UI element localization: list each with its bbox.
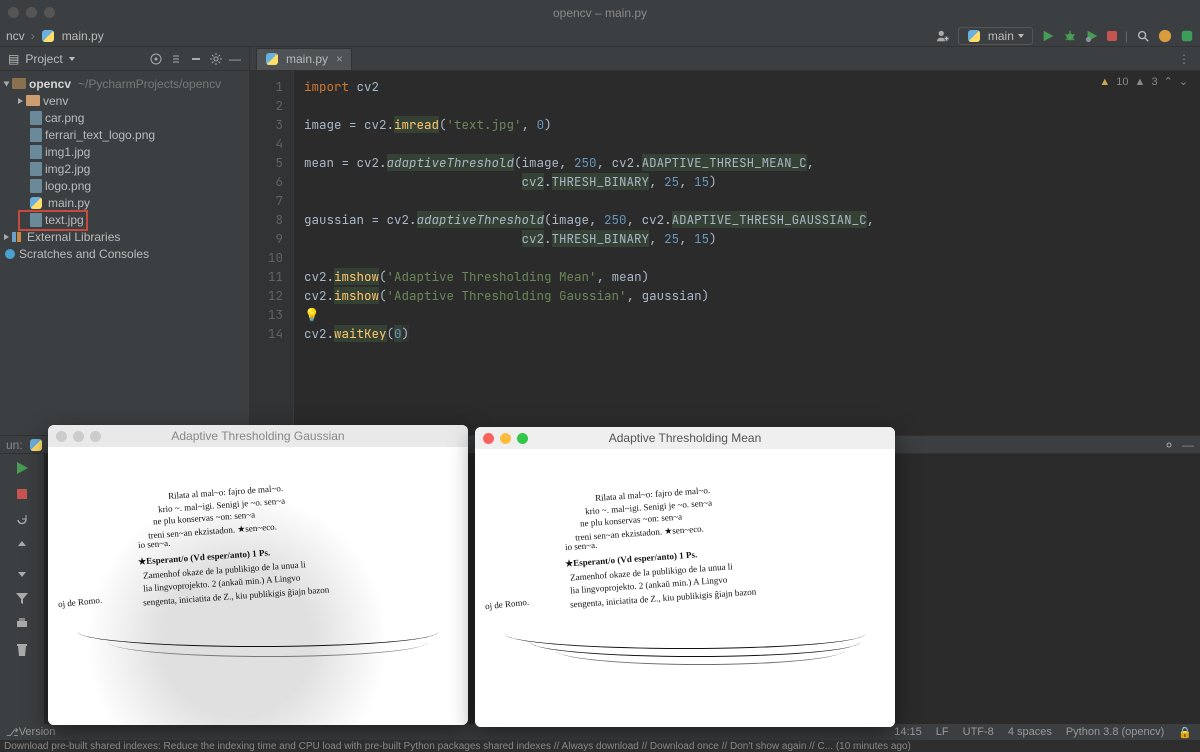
image-file-icon <box>30 162 42 176</box>
disclosure-triangle-icon[interactable] <box>18 98 23 104</box>
tree-item-venv[interactable]: venv <box>0 92 249 109</box>
minimize-window-icon[interactable] <box>26 7 37 18</box>
mac-traffic-lights[interactable] <box>8 7 55 18</box>
image-output: Rilata al mal~o: fajro de mal~o. krio ~.… <box>475 449 895 727</box>
output-window-gaussian[interactable]: Adaptive Thresholding Gaussian Rilata al… <box>48 425 468 725</box>
tree-item[interactable]: img2.jpg <box>0 160 249 177</box>
weak-warning-icon: ▲ <box>1135 76 1146 88</box>
collapse-all-icon[interactable] <box>189 52 203 66</box>
output-title: Adaptive Thresholding Mean <box>609 431 762 445</box>
breadcrumb-project[interactable]: ncv <box>6 29 25 43</box>
trash-icon[interactable] <box>14 642 30 658</box>
window-title: opencv – main.py <box>553 6 647 20</box>
line-separator[interactable]: LF <box>936 726 949 739</box>
image-file-icon <box>30 179 42 193</box>
chevron-down-icon[interactable]: ⌄ <box>1179 75 1188 88</box>
intention-bulb-icon[interactable]: 💡 <box>304 306 320 323</box>
disclosure-triangle-icon[interactable] <box>4 234 9 240</box>
coverage-icon[interactable] <box>1085 29 1099 43</box>
chevron-down-icon <box>1018 34 1024 38</box>
select-opened-icon[interactable] <box>149 52 163 66</box>
debug-icon[interactable] <box>1063 29 1077 43</box>
output-window-mean[interactable]: Adaptive Thresholding Mean Rilata al mal… <box>475 427 895 727</box>
run-side-toolbar <box>0 454 44 724</box>
tree-item[interactable]: ferrari_text_logo.png <box>0 126 249 143</box>
tree-item[interactable]: car.png <box>0 109 249 126</box>
scratches-icon <box>4 248 16 260</box>
restart-icon[interactable] <box>14 512 30 528</box>
close-tab-icon[interactable]: × <box>336 52 343 66</box>
sidebar-header: ▤ Project — <box>0 47 249 71</box>
ide-titlebar: opencv – main.py <box>0 0 1200 25</box>
sidebar-title[interactable]: Project <box>25 52 62 66</box>
python-file-icon <box>30 197 45 209</box>
stop-icon[interactable] <box>14 486 30 502</box>
folder-icon <box>12 78 26 89</box>
tabs-more-icon[interactable]: ⋮ <box>1168 52 1200 66</box>
tree-item-text-jpg[interactable]: text.jpg <box>0 211 249 228</box>
warning-icon: ▲ <box>1099 76 1110 88</box>
search-icon[interactable] <box>1136 29 1150 43</box>
indent-info[interactable]: 4 spaces <box>1008 726 1052 739</box>
user-avatar-icon[interactable] <box>1158 29 1172 43</box>
print-icon[interactable] <box>14 616 30 632</box>
image-file-icon <box>30 213 42 227</box>
run-config-label: main <box>988 29 1014 43</box>
stop-icon[interactable] <box>1107 31 1117 41</box>
mac-traffic-lights[interactable] <box>56 431 101 442</box>
lock-icon[interactable]: 🔒 <box>1178 726 1192 739</box>
image-file-icon <box>30 111 42 125</box>
scratches-consoles[interactable]: Scratches and Consoles <box>0 245 249 262</box>
run-icon[interactable] <box>1041 29 1055 43</box>
image-file-icon <box>30 145 42 159</box>
run-config-selector[interactable]: main <box>958 27 1033 45</box>
editor-tabs: main.py × ⋮ <box>250 47 1200 71</box>
inspection-widget[interactable]: ▲ 10 ▲ 3 ⌃ ⌄ <box>1099 75 1188 88</box>
rerun-icon[interactable] <box>14 460 30 476</box>
libraries-icon <box>12 231 24 243</box>
gear-icon[interactable] <box>1162 438 1176 452</box>
zoom-window-icon[interactable] <box>44 7 55 18</box>
status-message[interactable]: Download pre-built shared indexes: Reduc… <box>0 740 1200 752</box>
project-tree[interactable]: opencv ~/PycharmProjects/opencv venv car… <box>0 71 249 266</box>
chevron-up-icon[interactable]: ⌃ <box>1164 75 1173 88</box>
run-tab-label[interactable]: un: <box>6 438 23 452</box>
disclosure-triangle-icon[interactable] <box>4 81 10 86</box>
hide-panel-icon[interactable]: — <box>1182 438 1194 452</box>
tree-item[interactable]: logo.png <box>0 177 249 194</box>
tree-root[interactable]: opencv ~/PycharmProjects/opencv <box>0 75 249 92</box>
image-file-icon <box>30 128 42 142</box>
folder-icon <box>26 95 40 106</box>
chevron-right-icon: › <box>31 29 35 43</box>
navigation-bar: ncv › main.py main | <box>0 25 1200 47</box>
tree-item[interactable]: img1.jpg <box>0 143 249 160</box>
tab-main-py[interactable]: main.py × <box>256 48 352 70</box>
chevron-down-icon[interactable] <box>69 57 75 61</box>
caret-position[interactable]: 14:15 <box>894 726 922 739</box>
python-icon <box>41 29 55 43</box>
interpreter-info[interactable]: Python 3.8 (opencv) <box>1066 726 1164 739</box>
mac-traffic-lights[interactable] <box>483 433 528 444</box>
project-panel-icon: ▤ <box>8 52 19 66</box>
down-icon[interactable] <box>14 564 30 580</box>
python-icon <box>29 438 43 452</box>
output-title: Adaptive Thresholding Gaussian <box>171 429 344 443</box>
accounts-icon[interactable] <box>936 29 950 43</box>
image-output: Rilata al mal~o: fajro de mal~o. krio ~.… <box>48 447 468 725</box>
filter-icon[interactable] <box>14 590 30 606</box>
gear-icon[interactable] <box>209 52 223 66</box>
tree-item-main-py[interactable]: main.py <box>0 194 249 211</box>
up-icon[interactable] <box>14 538 30 554</box>
hide-panel-icon[interactable]: — <box>229 52 241 66</box>
close-window-icon[interactable] <box>8 7 19 18</box>
file-encoding[interactable]: UTF-8 <box>963 726 994 739</box>
ide-update-icon[interactable] <box>1180 29 1194 43</box>
breadcrumb-file[interactable]: main.py <box>62 29 104 43</box>
expand-all-icon[interactable] <box>169 52 183 66</box>
python-icon <box>265 52 279 66</box>
